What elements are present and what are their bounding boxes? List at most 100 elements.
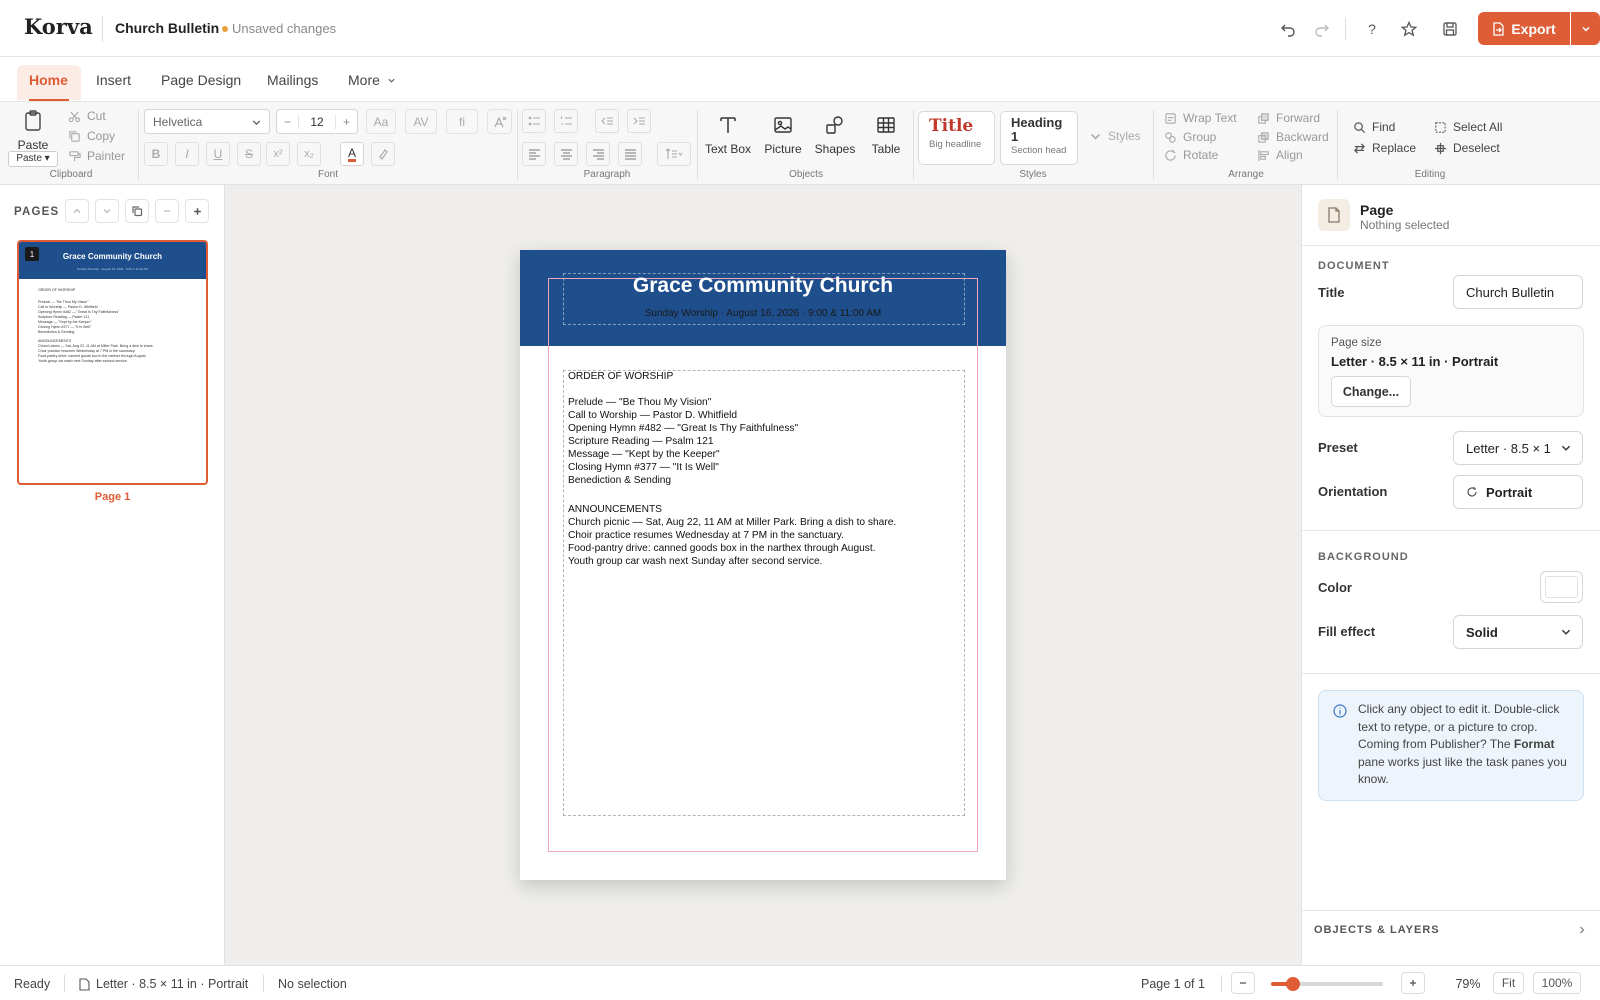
fill-effect-select[interactable]: Solid <box>1453 615 1583 649</box>
character-spacing-button[interactable]: AV <box>405 109 437 134</box>
title-input[interactable]: Church Bulletin <box>1453 275 1583 309</box>
font-color-button[interactable]: A <box>340 142 364 166</box>
align-right-button[interactable] <box>586 142 610 166</box>
divider <box>517 110 518 180</box>
text-box-label: Text Box <box>704 142 752 156</box>
save-icon[interactable] <box>1439 18 1461 40</box>
more-styles-button[interactable]: Styles <box>1089 129 1141 143</box>
bring-forward-button[interactable]: Forward <box>1257 111 1320 125</box>
change-page-size-button[interactable]: Change... <box>1331 376 1411 407</box>
insert-text-box-button[interactable]: Text Box <box>700 114 756 156</box>
align-objects-button[interactable]: Align <box>1257 148 1303 162</box>
star-icon[interactable] <box>1398 18 1420 40</box>
zoom-100-button[interactable]: 100% <box>1533 972 1581 994</box>
select-all-label: Select All <box>1453 120 1503 134</box>
format-pane: Page Nothing selected DOCUMENT Title Chu… <box>1301 185 1600 965</box>
format-painter-button[interactable]: Painter <box>68 149 125 163</box>
strikethrough-button[interactable]: S <box>237 142 261 166</box>
underline-button[interactable]: U <box>206 142 230 166</box>
change-case-button[interactable]: Aa <box>366 109 396 134</box>
style-title-desc: Big headline <box>929 139 982 150</box>
export-menu-button[interactable] <box>1571 12 1600 45</box>
document-title[interactable]: Church Bulletin <box>115 20 219 36</box>
preset-select[interactable]: Letter · 8.5 × 1 <box>1453 431 1583 465</box>
font-color-letter: A <box>347 145 356 162</box>
cut-button[interactable]: Cut <box>68 109 106 123</box>
help-icon[interactable]: ? <box>1361 18 1383 40</box>
chevron-down-icon <box>1091 133 1100 140</box>
undo-icon[interactable] <box>1277 18 1299 40</box>
highlight-button[interactable] <box>371 142 395 166</box>
service-info[interactable]: Sunday Worship · August 16, 2026 · 9:00 … <box>520 308 1006 319</box>
increase-size-button[interactable]: + <box>335 114 357 129</box>
objects-layers-section[interactable]: OBJECTS & LAYERS <box>1302 910 1600 948</box>
superscript-button[interactable]: x² <box>266 142 290 166</box>
delete-page-button[interactable] <box>155 199 179 223</box>
fit-button[interactable]: Fit <box>1493 972 1524 994</box>
numbering-button[interactable] <box>554 109 578 133</box>
minus-icon <box>164 210 170 212</box>
move-page-up-button[interactable] <box>65 199 89 223</box>
fill-effect-value: Solid <box>1466 624 1498 640</box>
replace-button[interactable]: Replace <box>1353 141 1416 155</box>
zoom-out-button[interactable] <box>1231 972 1255 994</box>
tab-home[interactable]: Home <box>29 72 68 88</box>
align-center-button[interactable] <box>554 142 578 166</box>
font-size-stepper[interactable]: − 12 + <box>276 109 358 134</box>
insert-table-button[interactable]: Table <box>858 114 914 156</box>
tab-page-design[interactable]: Page Design <box>161 72 241 88</box>
italic-button[interactable]: I <box>175 142 199 166</box>
paintbrush-icon <box>69 150 81 161</box>
redo-icon[interactable] <box>1311 18 1333 40</box>
add-page-button[interactable] <box>185 199 209 223</box>
tab-mailings[interactable]: Mailings <box>267 72 318 88</box>
increase-indent-button[interactable] <box>627 109 651 133</box>
select-all-button[interactable]: Select All <box>1434 120 1502 134</box>
rotate-button[interactable]: Rotate <box>1164 148 1218 162</box>
copy-button[interactable]: Copy <box>68 129 115 143</box>
clear-formatting-button[interactable] <box>487 109 512 134</box>
justify-button[interactable] <box>618 142 642 166</box>
tab-more[interactable]: More <box>348 72 396 88</box>
subscript-button[interactable]: x₂ <box>297 142 321 166</box>
bullets-button[interactable] <box>522 109 546 133</box>
thumbnail-text: Opening Hymn #482 — "Great Is Thy Faithf… <box>38 310 120 314</box>
find-button[interactable]: Find <box>1353 120 1395 134</box>
worship-item: Message — "Kept by the Keeper" <box>568 449 720 460</box>
justify-icon <box>624 149 636 160</box>
background-color-swatch[interactable] <box>1540 571 1583 603</box>
align-left-button[interactable] <box>522 142 546 166</box>
tab-insert[interactable]: Insert <box>96 72 131 88</box>
line-spacing-button[interactable] <box>657 142 691 166</box>
paste-options-button[interactable]: Paste ▾ <box>8 151 58 167</box>
zoom-slider-handle[interactable] <box>1286 977 1301 991</box>
decrease-size-button[interactable]: − <box>277 114 299 129</box>
style-heading-1[interactable]: Heading 1 Section head <box>1000 111 1078 165</box>
send-backward-button[interactable]: Backward <box>1257 130 1329 144</box>
decrease-indent-button[interactable] <box>595 109 619 133</box>
deselect-button[interactable]: Deselect <box>1434 141 1500 155</box>
thumbnail-text: Scripture Reading — Psalm 121 <box>38 315 90 319</box>
export-button[interactable]: Export <box>1478 12 1570 45</box>
zoom-in-button[interactable] <box>1401 972 1425 994</box>
duplicate-page-button[interactable] <box>125 199 149 223</box>
church-name[interactable]: Grace Community Church <box>520 274 1006 298</box>
bulletin-page[interactable]: Grace Community Church Sunday Worship · … <box>520 250 1006 880</box>
ligatures-button[interactable]: fi <box>446 109 478 134</box>
active-tab-underline <box>29 99 69 101</box>
wrap-text-button[interactable]: Wrap Text <box>1164 111 1237 125</box>
insert-picture-button[interactable]: Picture <box>755 114 811 156</box>
orientation-toggle[interactable]: Portrait <box>1453 475 1583 509</box>
group-label-font: Font <box>317 169 338 180</box>
page-thumbnail[interactable]: 1 Grace Community Church Sunday Worship … <box>17 240 208 485</box>
bold-button[interactable]: B <box>144 142 168 166</box>
font-family-select[interactable]: Helvetica <box>144 109 270 134</box>
paste-button[interactable]: Paste <box>16 110 50 152</box>
font-size-value: 12 <box>310 114 324 129</box>
style-title[interactable]: Title Big headline <box>918 111 995 165</box>
move-page-down-button[interactable] <box>95 199 119 223</box>
insert-shapes-button[interactable]: Shapes <box>807 114 863 156</box>
style-heading-desc: Section head <box>1011 145 1067 156</box>
group-button[interactable]: Group <box>1164 130 1216 144</box>
chevron-right-icon <box>1580 926 1585 934</box>
